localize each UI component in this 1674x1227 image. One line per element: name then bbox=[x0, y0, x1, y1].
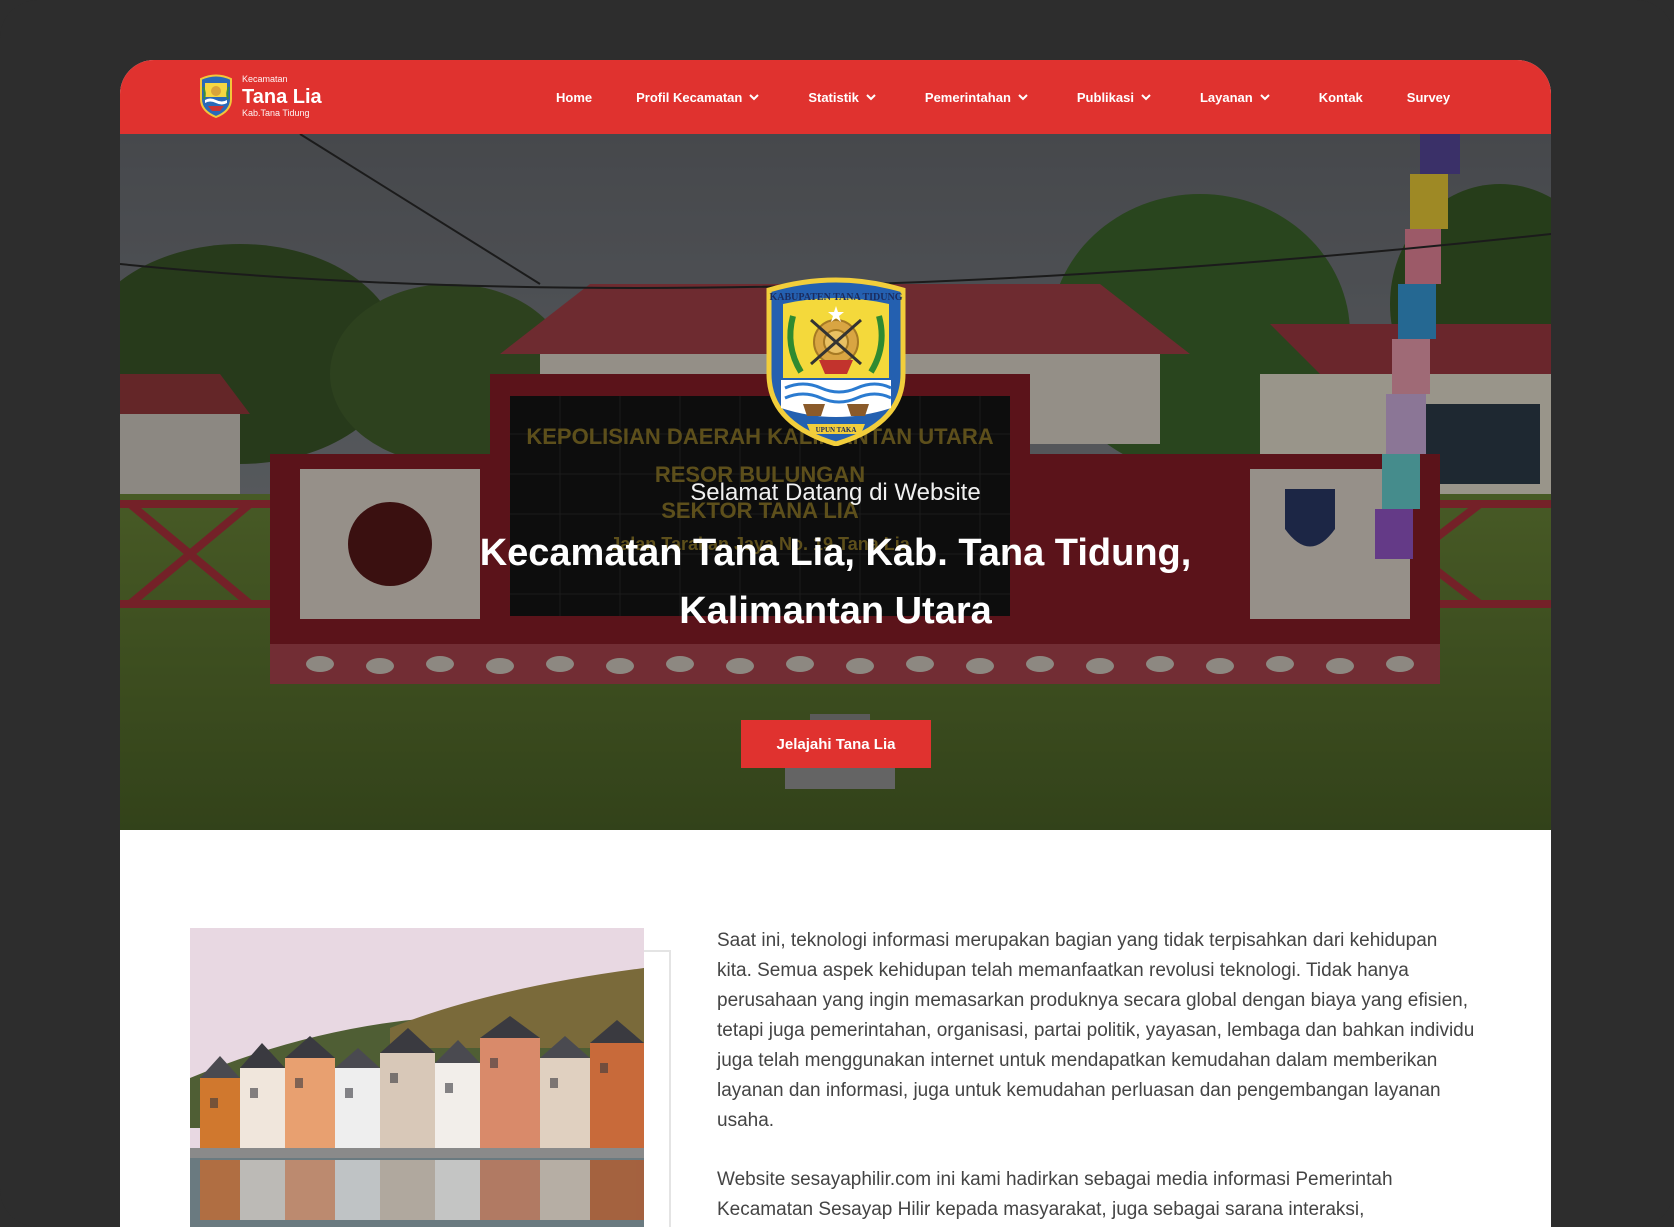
tana-tidung-logo-icon bbox=[200, 74, 232, 119]
nav-kontak[interactable]: Kontak bbox=[1319, 90, 1363, 105]
nav-layanan-label: Layanan bbox=[1199, 89, 1253, 105]
nav-kontak-label: Kontak bbox=[1318, 89, 1363, 105]
nav-publikasi-label: Publikasi bbox=[1076, 89, 1134, 105]
crest-top-text: KABUPATEN TANA TIDUNG bbox=[770, 292, 903, 303]
nav-survey[interactable]: Survey bbox=[1407, 90, 1450, 105]
hero-title-line-1: Kecamatan Tana Lia, Kab. Tana Tidung, bbox=[479, 532, 1192, 574]
chevron-down-icon bbox=[1141, 94, 1151, 101]
explore-button[interactable]: Jelajahi Tana Lia bbox=[741, 720, 931, 768]
about-text: Saat ini, teknologi informasi merupakan … bbox=[717, 926, 1477, 1227]
nav-home-label: Home bbox=[556, 89, 593, 105]
chevron-down-icon bbox=[749, 94, 760, 101]
nav-profil-kecamatan[interactable]: Profil Kecamatan bbox=[636, 90, 760, 105]
town-waterfront-photo bbox=[190, 928, 644, 1227]
nav-statistik-label: Statistik bbox=[808, 89, 859, 105]
kabupaten-crest-icon: KABUPATEN TANA TIDUNG UPUN TAKA bbox=[766, 277, 906, 446]
nav-pemerintahan[interactable]: Pemerintahan bbox=[925, 90, 1029, 105]
browser-screen: Kecamatan Tana Lia Kab.Tana Tidung Home … bbox=[120, 60, 1551, 1227]
hero-title-line-2: Kalimantan Utara bbox=[679, 590, 992, 632]
device-frame: Kecamatan Tana Lia Kab.Tana Tidung Home … bbox=[0, 0, 1674, 1227]
crest-bottom-text: UPUN TAKA bbox=[816, 426, 857, 434]
nav-home[interactable]: Home bbox=[556, 90, 592, 105]
nav-pemerintahan-label: Pemerintahan bbox=[924, 89, 1011, 105]
chevron-down-icon bbox=[1018, 94, 1028, 101]
about-paragraph-2: Website sesayaphilir.com ini kami hadirk… bbox=[717, 1169, 1393, 1220]
main-nav: Home Profil Kecamatan Statistik Pemerint… bbox=[556, 60, 1450, 134]
brand-subtitle: Kab.Tana Tidung bbox=[242, 107, 310, 118]
brand-kicker: Kecamatan bbox=[242, 73, 288, 84]
hero-kicker: Selamat Datang di Website bbox=[690, 479, 981, 506]
about-paragraph-1: Saat ini, teknologi informasi merupakan … bbox=[717, 930, 1475, 1131]
brand-name: Tana Lia bbox=[242, 85, 322, 108]
brand[interactable]: Kecamatan Tana Lia Kab.Tana Tidung bbox=[198, 73, 322, 119]
hero-banner: KEPOLISIAN DAERAH KALIMANTAN UTARA RESOR… bbox=[120, 134, 1551, 830]
top-navbar: Kecamatan Tana Lia Kab.Tana Tidung Home … bbox=[120, 60, 1551, 134]
nav-layanan[interactable]: Layanan bbox=[1200, 90, 1271, 105]
hero-content: KABUPATEN TANA TIDUNG UPUN TAKA Selamat … bbox=[120, 134, 1551, 830]
nav-publikasi[interactable]: Publikasi bbox=[1077, 90, 1152, 105]
about-image bbox=[190, 928, 644, 1227]
chevron-down-icon bbox=[1260, 94, 1270, 101]
chevron-down-icon bbox=[866, 94, 876, 101]
nav-profil-kecamatan-label: Profil Kecamatan bbox=[636, 89, 743, 105]
nav-survey-label: Survey bbox=[1406, 89, 1451, 105]
hero-title: Kecamatan Tana Lia, Kab. Tana Tidung, Ka… bbox=[120, 524, 1551, 640]
nav-statistik[interactable]: Statistik bbox=[808, 90, 877, 105]
